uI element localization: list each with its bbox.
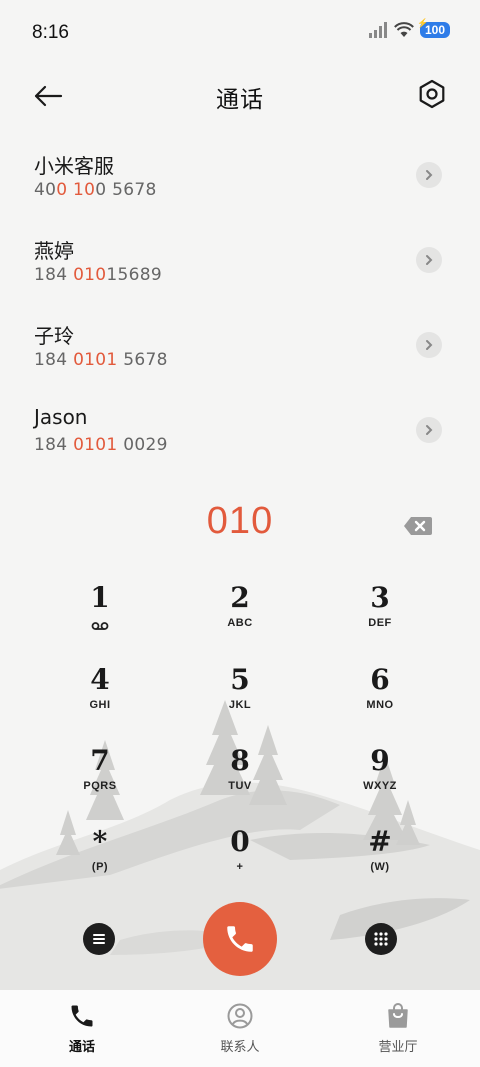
contact-item[interactable]: 燕婷 184 01015689	[0, 225, 480, 310]
tab-label: 通话	[68, 1040, 95, 1055]
contact-number: 184 01015689	[34, 265, 163, 285]
backspace-button[interactable]	[402, 514, 434, 538]
contact-name: Jason	[34, 405, 88, 429]
contact-item[interactable]: Jason 184 0101 0029	[0, 395, 480, 480]
key-star[interactable]: * (P)	[50, 824, 150, 888]
call-action-row	[0, 902, 480, 981]
key-3[interactable]: 3 DEF	[330, 580, 430, 644]
contact-detail-button[interactable]	[416, 332, 442, 358]
menu-icon	[93, 934, 105, 944]
contact-item[interactable]: 小米客服 400 100 5678	[0, 140, 480, 225]
phone-icon	[71, 1005, 93, 1027]
contact-detail-button[interactable]	[416, 247, 442, 273]
header: 通话	[0, 66, 480, 126]
page-title: 通话	[216, 87, 264, 113]
dialpad-icon	[374, 932, 388, 946]
contact-number: 184 0101 0029	[34, 435, 168, 455]
key-9[interactable]: 9 WXYZ	[330, 743, 430, 807]
contact-number: 184 0101 5678	[34, 350, 168, 370]
tab-contacts[interactable]: 联系人	[180, 1002, 300, 1055]
contact-suggestions-list: 小米客服 400 100 5678 燕婷 184 01015689 子玲 184…	[0, 140, 480, 480]
contact-item[interactable]: 子玲 184 0101 5678	[0, 310, 480, 395]
menu-button[interactable]	[83, 923, 115, 955]
tab-calls[interactable]: 通话	[22, 1002, 142, 1055]
tab-label: 营业厅	[378, 1040, 418, 1055]
key-4[interactable]: 4 GHI	[50, 662, 150, 726]
phone-icon	[227, 926, 253, 952]
contact-detail-button[interactable]	[416, 417, 442, 443]
gear-icon	[419, 79, 445, 109]
contact-name: 燕婷	[34, 239, 74, 263]
key-8[interactable]: 8 TUV	[190, 743, 290, 807]
settings-button[interactable]	[414, 76, 450, 112]
signal-icon	[368, 22, 387, 38]
keypad-toggle-button[interactable]	[365, 923, 397, 955]
key-1[interactable]: 1	[50, 580, 150, 644]
contact-detail-button[interactable]	[416, 162, 442, 188]
key-6[interactable]: 6 MNO	[330, 662, 430, 726]
key-2[interactable]: 2 ABC	[190, 580, 290, 644]
chevron-right-icon	[426, 255, 433, 265]
bottom-nav: 通话 联系人 营业厅	[0, 990, 480, 1067]
contact-number: 400 100 5678	[34, 180, 157, 200]
tab-label: 联系人	[220, 1040, 260, 1055]
charging-icon: ⚡	[416, 18, 429, 28]
battery-indicator: ⚡ 100	[417, 18, 450, 38]
chevron-right-icon	[426, 340, 433, 350]
status-bar: 8:16 ⚡ 100	[0, 0, 480, 66]
status-icons: ⚡ 100	[368, 18, 450, 38]
backspace-icon	[404, 517, 432, 535]
wifi-icon	[394, 22, 414, 37]
person-icon	[227, 1003, 253, 1029]
key-7[interactable]: 7 PQRS	[50, 743, 150, 807]
key-hash[interactable]: # (W)	[330, 824, 430, 888]
contact-name: 子玲	[34, 324, 74, 348]
key-0[interactable]: 0 +	[190, 824, 290, 888]
shopping-bag-icon	[388, 1003, 408, 1028]
chevron-right-icon	[426, 170, 433, 180]
call-button[interactable]	[203, 902, 277, 976]
chevron-right-icon	[426, 425, 433, 435]
key-5[interactable]: 5 JKL	[190, 662, 290, 726]
contact-name: 小米客服	[34, 154, 114, 178]
tab-store[interactable]: 营业厅	[338, 1002, 458, 1055]
voicemail-icon	[91, 622, 109, 630]
status-time: 8:16	[32, 22, 69, 43]
